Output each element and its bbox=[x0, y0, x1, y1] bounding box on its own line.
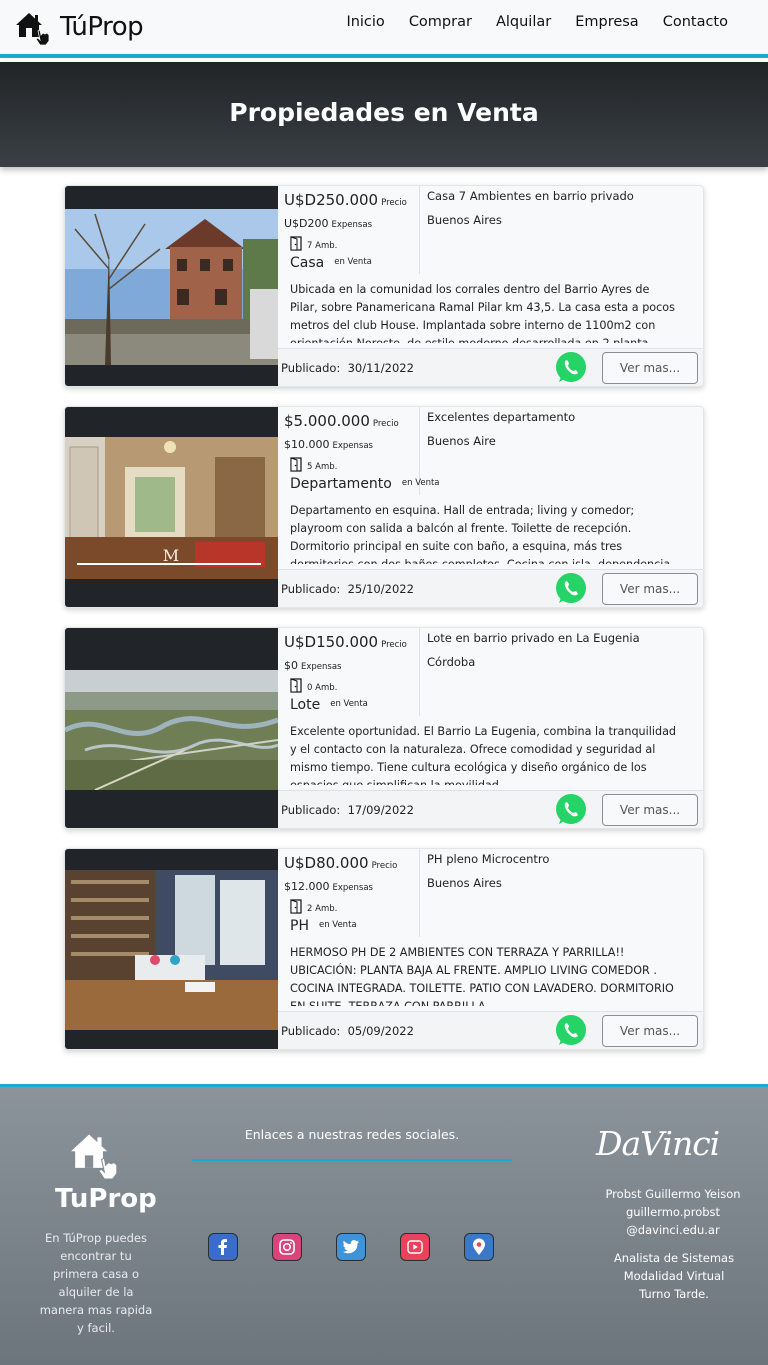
house-hand-icon bbox=[71, 1134, 118, 1179]
price-column: U$D250.000 Precio U$D200 Expensas 7 Amb. C… bbox=[278, 186, 420, 274]
expensas: U$D200 Expensas bbox=[284, 217, 372, 230]
card-footer: Publicado: 17/09/2022 Ver mas... bbox=[278, 790, 703, 828]
property-description: Departamento en esquina. Hall de entrada… bbox=[290, 504, 670, 564]
ver-mas-button[interactable]: Ver mas... bbox=[602, 794, 698, 826]
expensas: $12.000 Expensas bbox=[284, 880, 373, 893]
property-type: PH en Venta bbox=[290, 918, 357, 934]
house-hand-icon bbox=[16, 13, 50, 45]
door-icon bbox=[290, 236, 302, 251]
brand-name: TúProp bbox=[60, 12, 144, 42]
ver-mas-button[interactable]: Ver mas... bbox=[602, 1015, 698, 1047]
property-photo bbox=[65, 670, 278, 790]
expensas: $0 Expensas bbox=[284, 659, 342, 672]
expensas: $10.000 Expensas bbox=[284, 438, 373, 451]
author-info: Probst Guillermo Yeison guillermo.probst… bbox=[578, 1185, 768, 1239]
social-links bbox=[208, 1233, 528, 1261]
ambientes: 5 Amb. bbox=[290, 457, 337, 472]
property-description: Ubicada en la comunidad los corrales den… bbox=[290, 283, 675, 343]
price: U$D150.000 Precio bbox=[284, 633, 407, 651]
career-info: Analista de Sistemas Modalidad Virtual T… bbox=[596, 1249, 752, 1303]
career-line: Modalidad Virtual bbox=[623, 1269, 725, 1283]
social-links-title: Enlaces a nuestras redes sociales. bbox=[244, 1127, 460, 1142]
property-city: Córdoba bbox=[427, 655, 476, 669]
property-city: Buenos Aires bbox=[427, 876, 502, 890]
property-title: PH pleno Microcentro bbox=[427, 852, 550, 866]
navbar: TúProp Inicio Comprar Alquilar Empresa C… bbox=[0, 0, 768, 58]
brand-link[interactable]: TúProp bbox=[14, 9, 144, 45]
card-footer: Publicado: 30/11/2022 Ver mas... bbox=[278, 348, 703, 386]
property-photo: M bbox=[65, 437, 278, 579]
property-card: M $5.000.000 Precio $10.000 Expensas 5 Amb… bbox=[64, 406, 704, 608]
nav-links: Inicio Comprar Alquilar Empresa Contacto bbox=[322, 14, 728, 30]
whatsapp-icon[interactable] bbox=[554, 351, 588, 385]
property-photo-frame bbox=[65, 186, 278, 386]
price-column: $5.000.000 Precio $10.000 Expensas 5 Amb. … bbox=[278, 407, 440, 495]
ver-mas-button[interactable]: Ver mas... bbox=[602, 573, 698, 605]
price-column: U$D150.000 Precio $0 Expensas 0 Amb. Lote e… bbox=[278, 628, 420, 716]
page-title: Propiedades en Venta bbox=[229, 98, 539, 127]
career-line: Turno Tarde. bbox=[639, 1287, 709, 1301]
ver-mas-button[interactable]: Ver mas... bbox=[602, 352, 698, 384]
price-column: U$D80.000 Precio $12.000 Expensas 2 Amb. P… bbox=[278, 849, 420, 937]
property-photo bbox=[65, 870, 278, 1030]
social-divider bbox=[192, 1159, 512, 1161]
published-date: Publicado: 30/11/2022 bbox=[281, 361, 414, 375]
career-line: Analista de Sistemas bbox=[613, 1251, 735, 1265]
published-date: Publicado: 25/10/2022 bbox=[281, 582, 414, 596]
property-photo-frame bbox=[65, 628, 278, 828]
property-title: Excelentes departamento bbox=[427, 410, 576, 424]
door-icon bbox=[290, 678, 302, 693]
property-title: Casa 7 Ambientes en barrio privado bbox=[427, 189, 634, 203]
property-photo bbox=[65, 209, 278, 365]
property-type: Lote en Venta bbox=[290, 697, 368, 713]
davinci-logo: DaVinci bbox=[596, 1124, 720, 1163]
property-city: Buenos Aires bbox=[427, 213, 502, 227]
property-type: Departamento en Venta bbox=[290, 476, 440, 492]
price: U$D250.000 Precio bbox=[284, 191, 407, 209]
nav-link-contacto[interactable]: Contacto bbox=[663, 14, 728, 30]
author-email: guillermo.probst @davinci.edu.ar bbox=[625, 1205, 721, 1237]
card-footer: Publicado: 25/10/2022 Ver mas... bbox=[278, 569, 703, 607]
footer-about-text: En TúProp puedes encontrar tu primera ca… bbox=[39, 1231, 153, 1335]
door-icon bbox=[290, 899, 302, 914]
facebook-icon[interactable] bbox=[208, 1233, 238, 1261]
property-card: U$D250.000 Precio U$D200 Expensas 7 Amb. C… bbox=[64, 185, 704, 387]
whatsapp-icon[interactable] bbox=[554, 1014, 588, 1048]
twitter-icon[interactable] bbox=[336, 1233, 366, 1261]
published-date: Publicado: 17/09/2022 bbox=[281, 803, 414, 817]
price: U$D80.000 Precio bbox=[284, 854, 398, 872]
published-date: Publicado: 05/09/2022 bbox=[281, 1024, 414, 1038]
property-title: Lote en barrio privado en La Eugenia bbox=[427, 631, 640, 645]
price: $5.000.000 Precio bbox=[284, 412, 399, 430]
author-name: Probst Guillermo Yeison bbox=[605, 1187, 741, 1201]
property-card: U$D150.000 Precio $0 Expensas 0 Amb. Lote e… bbox=[64, 627, 704, 829]
whatsapp-icon[interactable] bbox=[554, 572, 588, 606]
property-description: Excelente oportunidad. El Barrio La Euge… bbox=[290, 725, 677, 785]
card-footer: Publicado: 05/09/2022 Ver mas... bbox=[278, 1011, 703, 1049]
property-photo-frame bbox=[65, 849, 278, 1049]
property-photo-frame: M bbox=[65, 407, 278, 607]
svg-text:M: M bbox=[163, 546, 179, 565]
nav-link-alquilar[interactable]: Alquilar bbox=[496, 14, 551, 30]
nav-link-inicio[interactable]: Inicio bbox=[346, 14, 384, 30]
site-footer: TuProp En TúProp puedes encontrar tu pri… bbox=[0, 1084, 768, 1365]
door-icon bbox=[290, 457, 302, 472]
ambientes: 2 Amb. bbox=[290, 899, 337, 914]
ambientes: 0 Amb. bbox=[290, 678, 337, 693]
ambientes: 7 Amb. bbox=[290, 236, 337, 251]
nav-link-empresa[interactable]: Empresa bbox=[575, 14, 639, 30]
location-icon[interactable] bbox=[464, 1233, 494, 1261]
property-city: Buenos Aire bbox=[427, 434, 496, 448]
instagram-icon[interactable] bbox=[272, 1233, 302, 1261]
property-description: HERMOSO PH DE 2 AMBIENTES CON TERRAZA Y … bbox=[290, 946, 674, 1006]
whatsapp-icon[interactable] bbox=[554, 793, 588, 827]
property-type: Casa en Venta bbox=[290, 255, 372, 271]
nav-link-comprar[interactable]: Comprar bbox=[409, 14, 472, 30]
youtube-icon[interactable] bbox=[400, 1233, 430, 1261]
property-card: U$D80.000 Precio $12.000 Expensas 2 Amb. P… bbox=[64, 848, 704, 1050]
footer-brand: TuProp bbox=[55, 1184, 157, 1214]
hero-banner: Propiedades en Venta bbox=[0, 62, 768, 167]
